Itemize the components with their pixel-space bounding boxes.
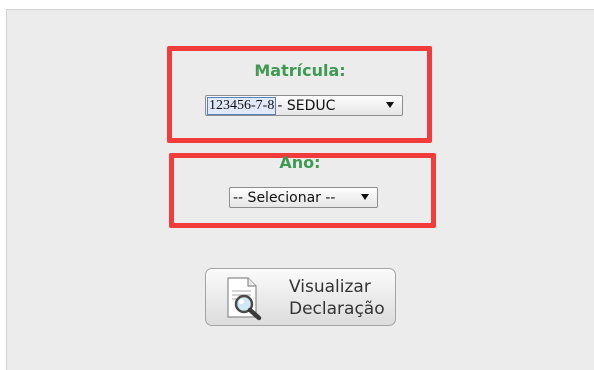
- button-label-line1: Visualizar: [289, 277, 371, 297]
- matricula-selected-suffix: - SEDUC: [277, 97, 336, 114]
- chevron-down-icon: [361, 194, 369, 200]
- ano-selected-value: -- Selecionar --: [233, 189, 336, 206]
- visualizar-declaracao-button[interactable]: Visualizar Declaração: [205, 268, 396, 326]
- matricula-label: Matrícula:: [254, 61, 346, 80]
- matricula-selected-code: 123456-7-8: [207, 96, 277, 115]
- ano-select[interactable]: -- Selecionar --: [229, 187, 378, 208]
- document-magnifier-icon: [227, 277, 262, 321]
- ano-label: Ano:: [279, 153, 321, 172]
- button-label-line2: Declaração: [289, 299, 385, 319]
- chevron-down-icon: [386, 102, 394, 108]
- matricula-select[interactable]: 123456-7-8 - SEDUC: [205, 95, 403, 116]
